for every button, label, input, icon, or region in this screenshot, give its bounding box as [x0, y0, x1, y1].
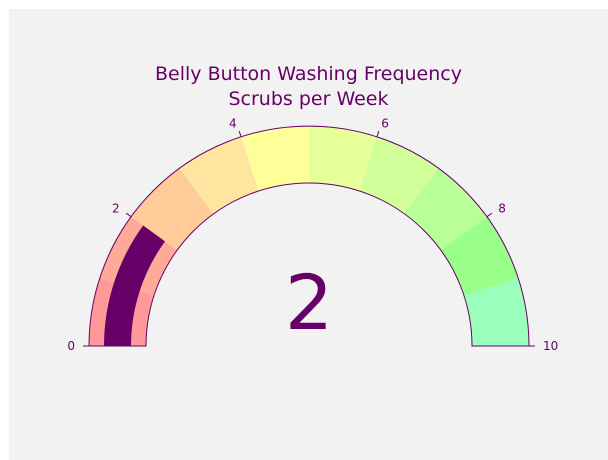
gauge-chart: 0 2 4 6 8 10 2 [67, 116, 558, 353]
gauge-tick-label-4: 4 [229, 116, 237, 130]
gauge-tick-label-10: 10 [543, 339, 558, 353]
gauge-tick-2 [125, 212, 132, 218]
gauge-tick-label-2: 2 [112, 201, 120, 215]
gauge-tick-label-6: 6 [381, 116, 389, 130]
gauge-tick-4 [238, 130, 242, 137]
gauge-tick-label-8: 8 [498, 201, 506, 215]
gauge-tick-8 [486, 212, 493, 218]
gauge-value-number: 2 [285, 258, 333, 347]
gauge-tick-6 [376, 130, 380, 137]
gauge-tick-label-0: 0 [67, 339, 75, 353]
